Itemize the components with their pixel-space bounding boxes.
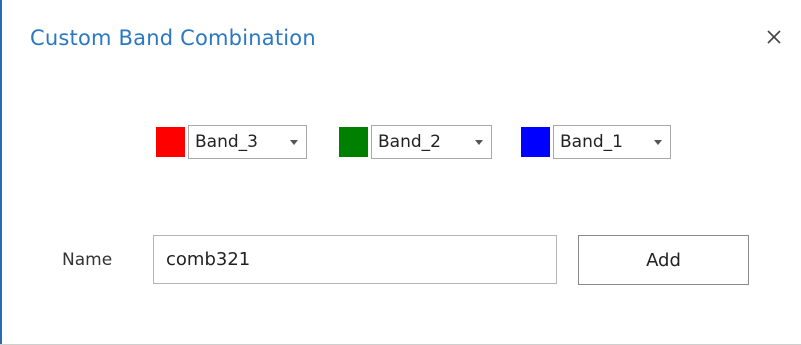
red-color-swatch <box>156 127 185 157</box>
dialog-left-edge <box>0 0 2 345</box>
blue-band-dropdown[interactable]: Band_1 <box>553 125 671 159</box>
red-band-selector: Band_3 <box>156 124 307 160</box>
green-band-dropdown-value: Band_2 <box>378 132 441 152</box>
dialog-title: Custom Band Combination <box>30 26 316 50</box>
blue-band-selector: Band_1 <box>521 124 671 160</box>
name-input[interactable]: comb321 <box>153 235 557 284</box>
name-input-value: comb321 <box>166 249 251 270</box>
blue-band-dropdown-value: Band_1 <box>560 132 623 152</box>
chevron-down-icon <box>475 139 483 145</box>
red-band-dropdown[interactable]: Band_3 <box>188 125 307 159</box>
red-band-dropdown-value: Band_3 <box>195 132 258 152</box>
close-button[interactable] <box>761 26 787 52</box>
blue-color-swatch <box>521 127 550 157</box>
close-icon <box>766 29 782 49</box>
add-button[interactable]: Add <box>578 235 749 285</box>
green-band-selector: Band_2 <box>339 124 492 160</box>
chevron-down-icon <box>654 139 662 145</box>
name-label: Name <box>62 250 113 270</box>
green-color-swatch <box>339 127 368 157</box>
custom-band-combination-dialog: Custom Band Combination Band_3 Band_2 Ba… <box>0 0 801 345</box>
chevron-down-icon <box>290 139 298 145</box>
green-band-dropdown[interactable]: Band_2 <box>371 125 492 159</box>
